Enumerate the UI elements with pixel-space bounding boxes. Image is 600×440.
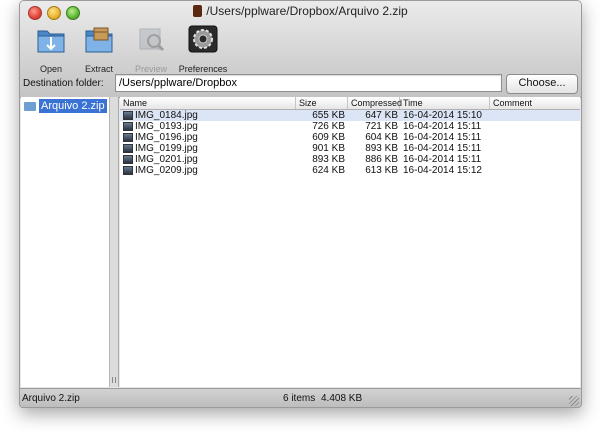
column-header-time[interactable]: Time <box>400 97 490 109</box>
file-size: 726 KB <box>312 121 345 132</box>
file-size: 609 KB <box>312 132 345 143</box>
file-comment <box>493 121 579 132</box>
table-row[interactable]: IMG_0199.jpg 901 KB 893 KB 16-04-2014 15:11 <box>120 143 580 154</box>
file-comment <box>493 110 579 121</box>
file-name: IMG_0184.jpg <box>135 110 198 121</box>
file-compressed-size: 647 KB <box>365 110 398 121</box>
destination-folder-field[interactable] <box>115 74 502 92</box>
file-name: IMG_0201.jpg <box>135 154 198 165</box>
archive-window: /Users/pplware/Dropbox/Arquivo 2.zip Ope… <box>19 0 582 408</box>
table-row[interactable]: IMG_0184.jpg 655 KB 647 KB 16-04-2014 15:10 <box>120 110 580 121</box>
table-row[interactable]: IMG_0196.jpg 609 KB 604 KB 16-04-2014 15:11 <box>120 132 580 143</box>
image-file-icon <box>123 155 133 164</box>
splitter-grip-icon[interactable] <box>112 377 116 383</box>
image-file-icon <box>123 144 133 153</box>
image-file-icon <box>123 122 133 131</box>
title-toolbar-area: /Users/pplware/Dropbox/Arquivo 2.zip Ope… <box>20 1 581 98</box>
preview-label: Preview <box>134 64 167 74</box>
preview-icon <box>139 28 165 52</box>
file-comment <box>493 154 579 165</box>
file-list: Name Size Compressed Time Comment IMG_01… <box>120 97 580 387</box>
status-item-count: 6 items <box>283 393 316 404</box>
sidebar-item-archive[interactable]: Arquivo 2.zip <box>24 99 107 113</box>
extract-label: Extract <box>84 64 113 74</box>
folder-icon <box>24 101 36 111</box>
file-list-header: Name Size Compressed Time Comment <box>120 97 580 110</box>
file-comment <box>493 165 579 176</box>
sidebar-splitter[interactable] <box>110 97 119 387</box>
file-time: 16-04-2014 15:12 <box>403 165 482 176</box>
window-title-text: /Users/pplware/Dropbox/Arquivo 2.zip <box>206 4 408 18</box>
file-compressed-size: 886 KB <box>365 154 398 165</box>
status-archive-name: Arquivo 2.zip <box>22 393 80 404</box>
preferences-label: Preferences <box>178 64 228 74</box>
open-icon <box>37 30 65 53</box>
extract-icon <box>85 27 113 53</box>
sidebar-item-label: Arquivo 2.zip <box>39 99 107 113</box>
image-file-icon <box>123 133 133 142</box>
file-time: 16-04-2014 15:11 <box>403 154 482 165</box>
preferences-icon <box>188 25 218 53</box>
destination-folder-label: Destination folder: <box>23 78 104 89</box>
file-compressed-size: 604 KB <box>365 132 398 143</box>
status-bar: Arquivo 2.zip 6 items 4.408 KB <box>20 388 581 407</box>
table-row[interactable]: IMG_0193.jpg 726 KB 721 KB 16-04-2014 15:11 <box>120 121 580 132</box>
archive-file-icon <box>193 5 203 17</box>
status-total-size: 4.408 KB <box>321 393 363 404</box>
file-time: 16-04-2014 15:11 <box>403 121 482 132</box>
preview-button[interactable]: Preview <box>124 23 178 74</box>
file-compressed-size: 613 KB <box>365 165 398 176</box>
table-row[interactable]: IMG_0209.jpg 624 KB 613 KB 16-04-2014 15:12 <box>120 165 580 176</box>
file-time: 16-04-2014 15:10 <box>403 110 482 121</box>
archive-sidebar: Arquivo 2.zip <box>21 97 110 387</box>
file-size: 624 KB <box>312 165 345 176</box>
file-size: 655 KB <box>312 110 345 121</box>
table-row[interactable]: IMG_0201.jpg 893 KB 886 KB 16-04-2014 15:11 <box>120 154 580 165</box>
choose-button[interactable]: Choose... <box>506 74 578 94</box>
resize-grip-icon[interactable] <box>569 396 579 406</box>
column-header-size[interactable]: Size <box>296 97 348 109</box>
extract-button[interactable]: Extract <box>72 23 126 74</box>
open-label: Open <box>39 64 63 74</box>
preferences-button[interactable]: Preferences <box>176 23 230 74</box>
column-header-compressed[interactable]: Compressed <box>348 97 402 109</box>
open-button[interactable]: Open <box>24 23 78 74</box>
image-file-icon <box>123 166 133 175</box>
file-size: 901 KB <box>312 143 345 154</box>
image-file-icon <box>123 111 133 120</box>
file-time: 16-04-2014 15:11 <box>403 143 482 154</box>
file-name: IMG_0209.jpg <box>135 165 198 176</box>
file-name: IMG_0199.jpg <box>135 143 198 154</box>
file-size: 893 KB <box>312 154 345 165</box>
file-compressed-size: 721 KB <box>365 121 398 132</box>
file-name: IMG_0196.jpg <box>135 132 198 143</box>
file-comment <box>493 132 579 143</box>
column-header-name[interactable]: Name <box>120 97 296 109</box>
file-name: IMG_0193.jpg <box>135 121 198 132</box>
file-comment <box>493 143 579 154</box>
file-compressed-size: 893 KB <box>365 143 398 154</box>
column-header-comment[interactable]: Comment <box>490 97 580 109</box>
file-time: 16-04-2014 15:11 <box>403 132 482 143</box>
window-title: /Users/pplware/Dropbox/Arquivo 2.zip <box>20 4 581 18</box>
